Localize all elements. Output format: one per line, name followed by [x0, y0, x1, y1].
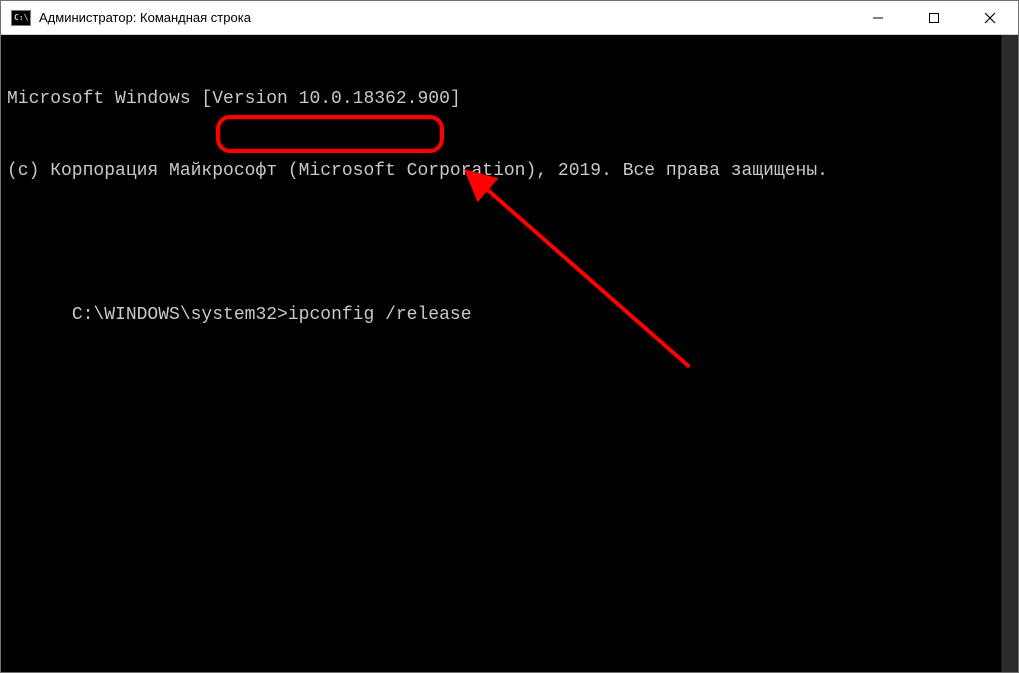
close-button[interactable]	[962, 1, 1018, 34]
maximize-button[interactable]	[906, 1, 962, 34]
close-icon	[984, 12, 996, 24]
console-area[interactable]: Microsoft Windows [Version 10.0.18362.90…	[1, 35, 1018, 672]
maximize-icon	[928, 12, 940, 24]
titlebar[interactable]: C:\. Администратор: Командная строка	[1, 1, 1018, 35]
prompt-path: C:\WINDOWS\system32>	[72, 305, 288, 325]
minimize-icon	[872, 12, 884, 24]
typed-command: ipconfig /release	[288, 305, 472, 325]
cmd-icon: C:\.	[11, 10, 31, 26]
cmd-icon-text: C:\.	[14, 14, 33, 22]
console-line: Microsoft Windows [Version 10.0.18362.90…	[7, 87, 1012, 111]
cmd-window: C:\. Администратор: Командная строка M	[0, 0, 1019, 673]
prompt-line: C:\WINDOWS\system32>ipconfig /release	[7, 279, 1012, 351]
window-title: Администратор: Командная строка	[39, 1, 850, 35]
minimize-button[interactable]	[850, 1, 906, 34]
vertical-scrollbar[interactable]	[1001, 35, 1018, 672]
console-line: (c) Корпорация Майкрософт (Microsoft Cor…	[7, 159, 1012, 183]
window-controls	[850, 1, 1018, 34]
